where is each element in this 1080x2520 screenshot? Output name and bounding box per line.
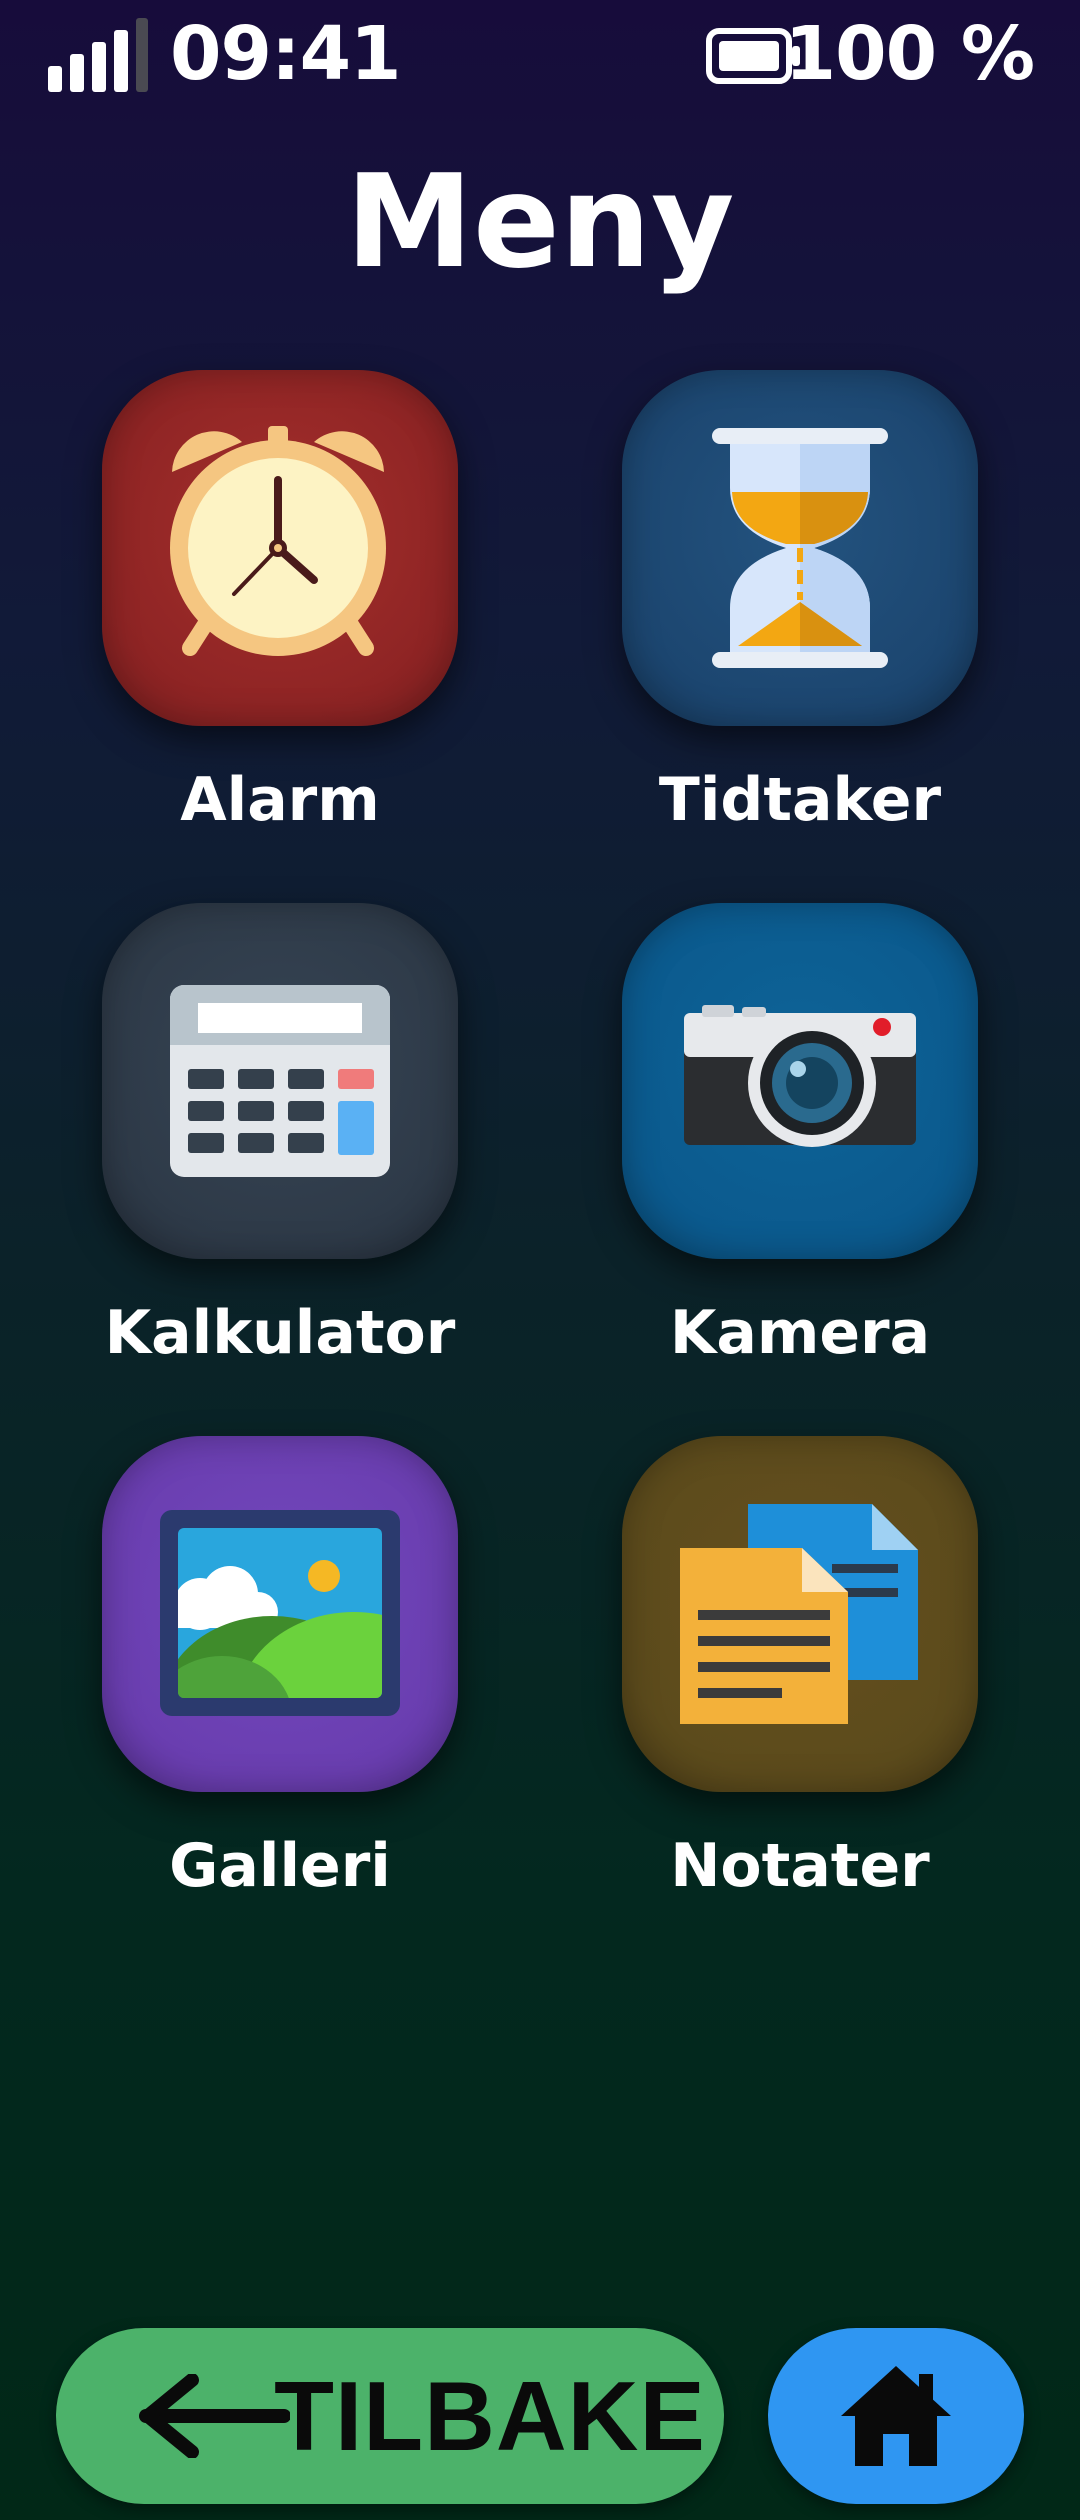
app-label-gallery: Galleri (169, 1831, 391, 1901)
signal-strength-icon (48, 18, 148, 92)
app-notes[interactable]: Notater (592, 1436, 992, 1901)
app-label-calculator: Kalkulator (104, 1298, 456, 1368)
app-label-timer: Tidtaker (658, 765, 942, 835)
back-button[interactable]: TILBAKE (56, 2328, 724, 2504)
app-alarm[interactable]: Alarm (72, 370, 472, 835)
gallery-app-icon[interactable] (102, 1436, 458, 1792)
alarm-app-icon[interactable] (102, 370, 458, 726)
app-calculator[interactable]: Kalkulator (72, 903, 472, 1368)
camera-icon (684, 1005, 916, 1147)
notes-icon (680, 1504, 918, 1724)
app-timer[interactable]: Tidtaker (592, 370, 992, 835)
back-button-label: TILBAKE (274, 2361, 706, 2471)
battery-percentage: 100 % (784, 11, 1035, 97)
picture-icon (160, 1510, 400, 1716)
home-button[interactable] (768, 2328, 1024, 2504)
app-camera[interactable]: Kamera (592, 903, 992, 1368)
hourglass-icon (712, 428, 888, 668)
calculator-icon (170, 985, 390, 1177)
timer-app-icon[interactable] (622, 370, 978, 726)
app-gallery[interactable]: Galleri (72, 1436, 472, 1901)
app-label-camera: Kamera (669, 1298, 931, 1368)
home-icon (841, 2366, 951, 2466)
app-label-alarm: Alarm (180, 765, 380, 835)
page-title: Meny (345, 148, 735, 297)
calculator-app-icon[interactable] (102, 903, 458, 1259)
status-bar: 09:41 100 % (0, 0, 1080, 110)
clock-time: 09:41 (170, 11, 402, 97)
arrow-left-icon (139, 2374, 290, 2458)
notes-app-icon[interactable] (622, 1436, 978, 1792)
alarm-clock-icon (170, 426, 386, 656)
camera-app-icon[interactable] (622, 903, 978, 1259)
app-label-notes: Notater (670, 1831, 930, 1901)
